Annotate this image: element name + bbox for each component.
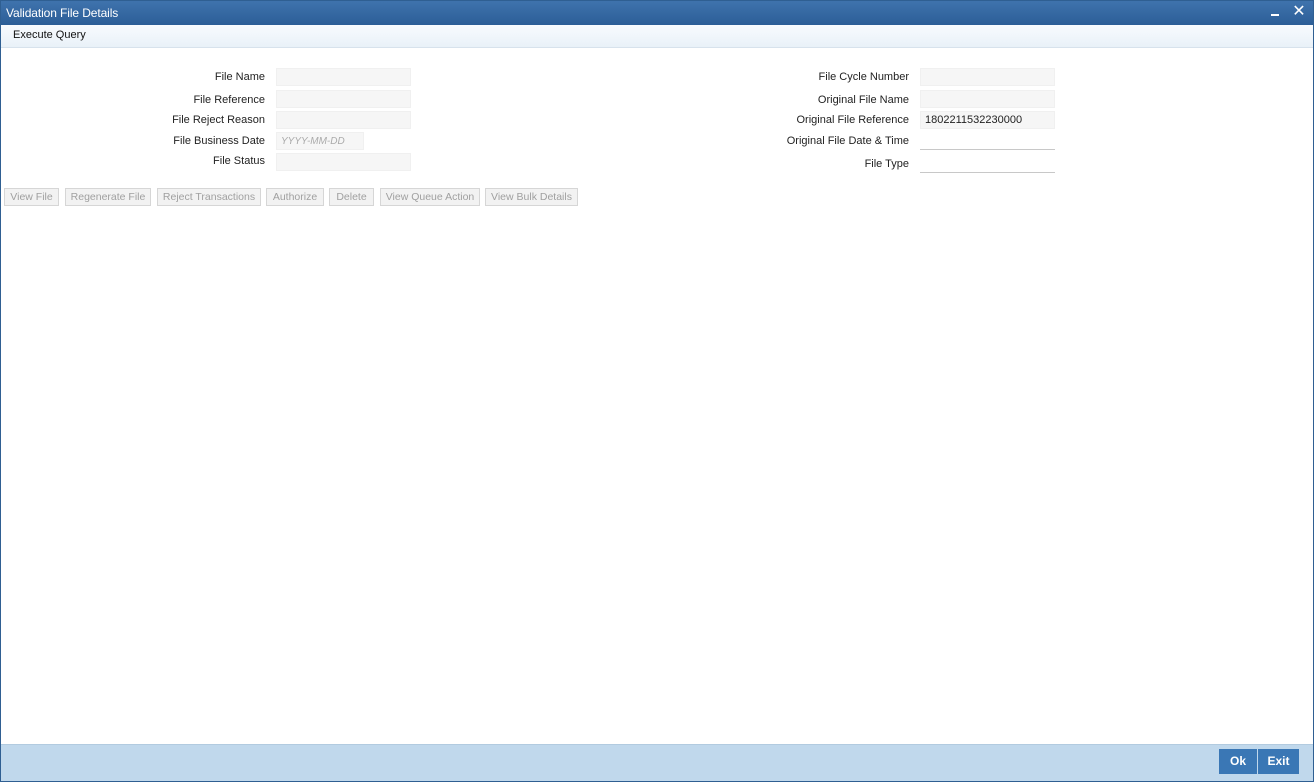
file-type-field[interactable]: [920, 155, 1055, 173]
file-name-field[interactable]: [276, 68, 411, 86]
exit-button[interactable]: Exit: [1258, 749, 1299, 774]
file-cycle-number-label: File Cycle Number: [818, 71, 909, 83]
delete-button[interactable]: Delete: [329, 188, 374, 206]
original-file-reference-field[interactable]: 1802211532230000: [920, 111, 1055, 129]
original-file-name-label: Original File Name: [817, 94, 909, 106]
menu-bar: Execute Query: [1, 25, 1313, 48]
ok-button[interactable]: Ok: [1219, 749, 1257, 774]
file-status-field[interactable]: [276, 153, 411, 171]
original-file-date-time-label: Original File Date & Time: [786, 135, 909, 147]
authorize-button[interactable]: Authorize: [266, 188, 324, 206]
reject-transactions-button[interactable]: Reject Transactions: [157, 188, 261, 206]
file-name-label: File Name: [214, 71, 265, 83]
title-bar[interactable]: Validation File Details ✕: [1, 1, 1313, 25]
file-reject-reason-label: File Reject Reason: [172, 114, 265, 126]
file-reject-reason-field[interactable]: [276, 111, 411, 129]
file-business-date-placeholder: YYYY-MM-DD: [281, 136, 345, 147]
execute-query-menu-item[interactable]: Execute Query: [13, 29, 86, 41]
minimize-icon[interactable]: [1267, 4, 1285, 22]
file-business-date-label: File Business Date: [173, 135, 265, 147]
view-queue-action-button[interactable]: View Queue Action: [380, 188, 480, 206]
view-bulk-details-button[interactable]: View Bulk Details: [485, 188, 578, 206]
original-file-reference-label: Original File Reference: [796, 114, 910, 126]
footer-bar: Ok Exit: [1, 744, 1313, 781]
window-title: Validation File Details: [6, 6, 119, 20]
close-icon[interactable]: ✕: [1290, 4, 1308, 22]
file-reference-label: File Reference: [193, 94, 265, 106]
file-status-label: File Status: [213, 155, 265, 167]
file-cycle-number-field[interactable]: [920, 68, 1055, 86]
file-reference-field[interactable]: [276, 90, 411, 108]
original-file-date-time-field[interactable]: [920, 132, 1055, 150]
view-file-button[interactable]: View File: [4, 188, 59, 206]
file-business-date-field[interactable]: YYYY-MM-DD: [276, 132, 364, 150]
validation-file-details-window: Validation File Details ✕ Execute Query …: [0, 0, 1314, 782]
regenerate-file-button[interactable]: Regenerate File: [65, 188, 151, 206]
file-type-label: File Type: [864, 158, 909, 170]
original-file-name-field[interactable]: [920, 90, 1055, 108]
